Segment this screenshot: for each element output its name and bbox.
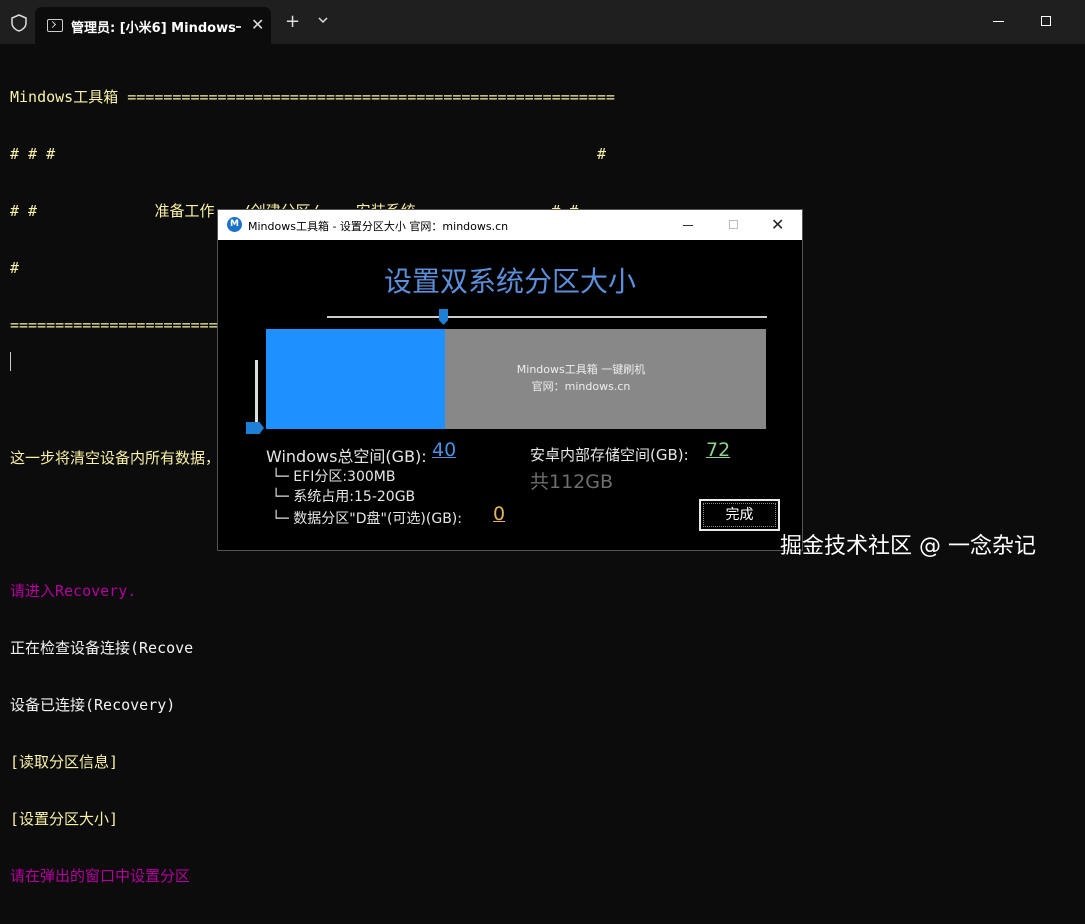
horizontal-slider-track[interactable] [327, 316, 767, 318]
terminal-line: [设置分区大小] [10, 810, 119, 828]
mindows-logo-icon: M [227, 217, 242, 232]
android-storage-value[interactable]: 72 [706, 439, 730, 461]
chevron-down-icon[interactable] [316, 13, 330, 27]
vertical-slider-thumb[interactable] [246, 422, 264, 434]
terminal-line: 请进入Recovery. [10, 582, 137, 600]
dialog-title: Mindows工具箱 - 设置分区大小 官网：mindows.cn [248, 220, 509, 233]
new-tab-button[interactable]: + [285, 11, 300, 32]
tab-admin-terminal[interactable]: 管理员: [小米6] Mindows一键 ✕ [35, 7, 271, 44]
terminal-line: 正在检查设备连接(Recove [10, 639, 194, 657]
windows-space-label: Windows总空间(GB): [266, 447, 427, 466]
partition-label-line2: 官网：mindows.cn [531, 380, 631, 393]
windows-partition-fill [266, 329, 445, 429]
terminal-line: Mindows工具箱 =============================… [10, 88, 615, 106]
dialog-close-button[interactable]: ✕ [771, 215, 784, 234]
system-usage-label: └─ 系统占用:15-20GB [272, 489, 416, 505]
shield-icon [11, 14, 27, 32]
terminal-line: 设备已连接(Recovery) [10, 696, 176, 714]
partition-label-line1: Mindows工具箱 一键刷机 [516, 363, 646, 376]
terminal-window: 管理员: [小米6] Mindows一键 ✕ + Mindows工具箱 ====… [0, 0, 1085, 885]
terminal-icon [47, 19, 63, 32]
android-storage-label: 安卓内部存储空间(GB): [530, 446, 689, 464]
terminal-line: 请在弹出的窗口中设置分区 [10, 867, 191, 885]
terminal-line: # # # # [10, 145, 607, 163]
tab-title: 管理员: [小米6] Mindows一键 [71, 21, 241, 36]
text-cursor [10, 352, 11, 371]
windows-space-value[interactable]: 40 [432, 439, 456, 461]
done-button[interactable]: 完成 [699, 499, 780, 531]
dialog-minimize-button[interactable] [683, 225, 693, 226]
dialog-maximize-button[interactable] [729, 220, 738, 229]
data-partition-label: └─ 数据分区"D盘"(可选)(GB): [272, 511, 462, 527]
maximize-button[interactable] [1041, 16, 1051, 26]
data-partition-value[interactable]: 0 [493, 503, 505, 525]
watermark: 掘金技术社区 @ 一念杂记 [780, 534, 1036, 559]
horizontal-slider-thumb[interactable] [439, 309, 448, 325]
title-bar: 管理员: [小米6] Mindows一键 ✕ + [0, 0, 1085, 44]
minimize-button[interactable] [993, 21, 1004, 22]
partition-bar-label: Mindows工具箱 一键刷机 官网：mindows.cn [456, 361, 706, 395]
efi-label: └─ EFI分区:300MB [272, 469, 396, 485]
dialog-heading: 设置双系统分区大小 [383, 265, 636, 298]
total-storage-label: 共112GB [530, 471, 614, 493]
dialog-title-bar: M Mindows工具箱 - 设置分区大小 官网：mindows.cn ✕ [218, 210, 802, 240]
vertical-slider-track[interactable] [255, 360, 258, 430]
close-tab-icon[interactable]: ✕ [251, 15, 264, 34]
partition-dialog: M Mindows工具箱 - 设置分区大小 官网：mindows.cn ✕ 设置… [217, 209, 803, 551]
terminal-line: [读取分区信息] [10, 753, 119, 771]
partition-bar: Mindows工具箱 一键刷机 官网：mindows.cn [266, 329, 766, 429]
